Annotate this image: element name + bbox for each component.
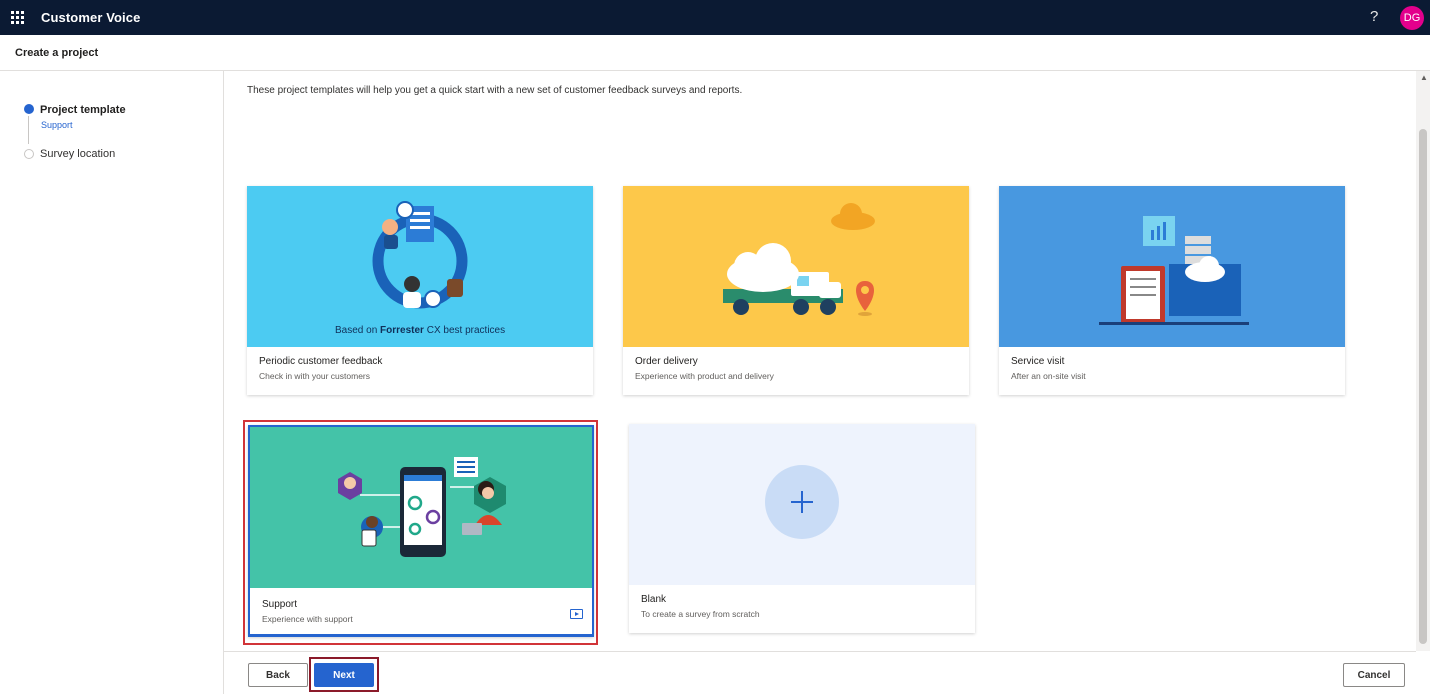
cancel-button[interactable]: Cancel <box>1343 663 1405 687</box>
template-card-periodic-feedback[interactable]: Based on Forrester CX best practices Per… <box>247 186 593 395</box>
template-title: Blank <box>641 594 667 605</box>
blank-illustration <box>629 424 975 585</box>
step-connector <box>28 116 29 144</box>
support-illustration <box>250 427 592 588</box>
template-card-service-visit[interactable]: Service visit After an on-site visit <box>999 186 1345 395</box>
step-pending-indicator-icon <box>24 149 34 159</box>
template-title: Order delivery <box>635 356 698 367</box>
banner-text: Based on Forrester CX best practices <box>335 325 505 336</box>
order-delivery-illustration <box>623 186 969 347</box>
template-description: Experience with support <box>262 614 353 624</box>
footer-bar <box>224 651 1416 694</box>
template-description: Experience with product and delivery <box>635 371 774 381</box>
steps-panel: Project template Support Survey location <box>0 71 224 694</box>
template-card-support[interactable]: Support Experience with support <box>248 425 594 637</box>
template-description: After an on-site visit <box>1011 371 1086 381</box>
step-survey-location[interactable]: Survey location <box>40 148 115 160</box>
template-card-blank[interactable]: Blank To create a survey from scratch <box>629 424 975 633</box>
template-description: Check in with your customers <box>259 371 371 381</box>
scroll-thumb[interactable] <box>1419 129 1427 644</box>
template-title: Service visit <box>1011 356 1065 367</box>
next-button[interactable]: Next <box>314 663 374 687</box>
avatar[interactable]: DG <box>1400 6 1424 30</box>
app-title[interactable]: Customer Voice <box>41 10 140 25</box>
template-title: Periodic customer feedback <box>259 356 383 367</box>
step-current-indicator-icon <box>24 104 34 114</box>
template-card-order-delivery[interactable]: Order delivery Experience with product a… <box>623 186 969 395</box>
periodic-feedback-illustration: Based on Forrester CX best practices <box>247 186 593 347</box>
app-launcher-icon[interactable] <box>11 11 24 24</box>
template-description: To create a survey from scratch <box>641 609 760 619</box>
intro-text: These project templates will help you ge… <box>247 85 743 96</box>
back-button[interactable]: Back <box>248 663 308 687</box>
step-project-template[interactable]: Project template <box>40 104 126 116</box>
scroll-up-icon[interactable]: ▲ <box>1420 73 1428 82</box>
page-header: Create a project <box>0 35 1430 71</box>
top-bar: Customer Voice ? DG <box>0 0 1430 35</box>
step-project-template-selection: Support <box>41 120 73 130</box>
service-visit-illustration <box>999 186 1345 347</box>
page-title: Create a project <box>15 47 99 59</box>
video-preview-icon[interactable] <box>570 609 583 619</box>
template-title: Support <box>262 599 298 610</box>
help-icon[interactable]: ? <box>1370 8 1378 25</box>
vertical-scrollbar[interactable]: ▲ <box>1416 71 1430 651</box>
